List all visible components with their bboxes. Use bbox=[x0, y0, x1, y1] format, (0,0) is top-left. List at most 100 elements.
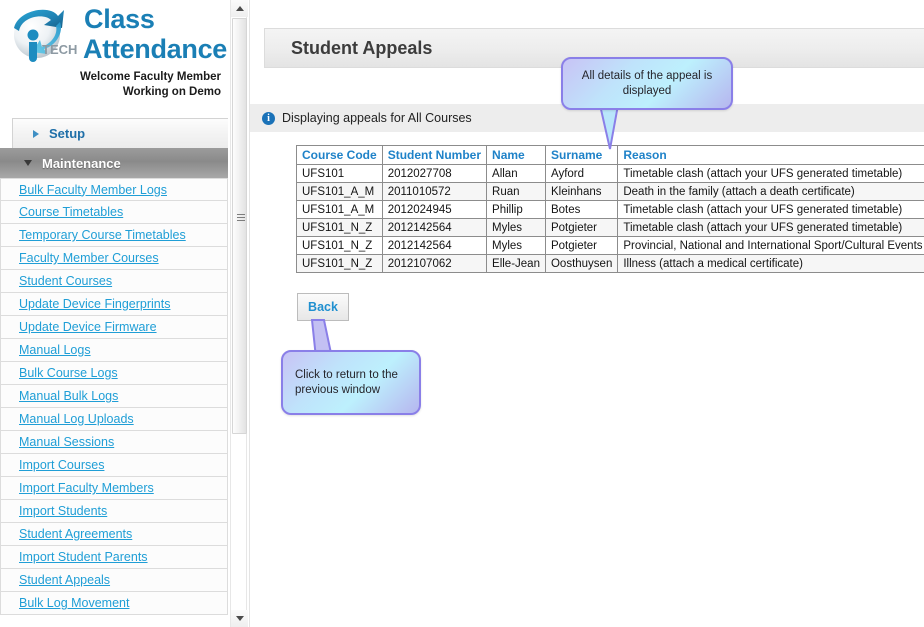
sidebar-item-course-timetables[interactable]: Course Timetables bbox=[0, 201, 228, 224]
sidebar-item-manual-bulk-logs[interactable]: Manual Bulk Logs bbox=[0, 385, 228, 408]
sidebar-item-student-courses[interactable]: Student Courses bbox=[0, 270, 228, 293]
sidebar-link[interactable]: Manual Logs bbox=[19, 343, 91, 357]
sidebar-link[interactable]: Student Courses bbox=[19, 274, 112, 288]
sidebar-item-bulk-faculty-member-logs[interactable]: Bulk Faculty Member Logs bbox=[0, 178, 228, 201]
callout-top-tail-icon bbox=[598, 101, 620, 150]
sidebar-link[interactable]: Course Timetables bbox=[19, 205, 123, 219]
chevron-down-icon bbox=[24, 160, 32, 166]
welcome-block: Welcome Faculty Member Working on Demo bbox=[5, 70, 221, 100]
appeals-table: Course Code Student Number Name Surname … bbox=[296, 145, 924, 273]
welcome-context: Working on Demo bbox=[122, 86, 221, 98]
page-title: Student Appeals bbox=[291, 37, 433, 58]
table-row[interactable]: UFS101_A_M 2011010572 Ruan Kleinhans Dea… bbox=[296, 182, 924, 201]
info-bar-text: Displaying appeals for All Courses bbox=[282, 111, 472, 125]
app-title: Class Attendance bbox=[83, 4, 228, 64]
callout-back-button-hint-text: Click to return to the previous window bbox=[295, 368, 398, 396]
sidebar-link[interactable]: Import Faculty Members bbox=[19, 481, 154, 495]
sidebar-link[interactable]: Manual Log Uploads bbox=[19, 412, 134, 426]
sidebar-link[interactable]: Bulk Log Movement bbox=[19, 596, 129, 610]
back-button[interactable]: Back bbox=[297, 293, 349, 321]
sidebar-item-bulk-log-movement[interactable]: Bulk Log Movement bbox=[0, 592, 228, 615]
sidebar-link[interactable]: Manual Bulk Logs bbox=[19, 389, 118, 403]
cell-course-code: UFS101_N_Z bbox=[296, 236, 383, 255]
callout-appeal-details-text: All details of the appeal is displayed bbox=[581, 69, 713, 97]
cell-surname: Potgieter bbox=[544, 218, 619, 237]
scroll-up-arrow-icon[interactable] bbox=[231, 0, 248, 17]
sidebar-menu: Setup Maintenance Bulk Faculty Member Lo… bbox=[0, 118, 228, 615]
cell-reason: Death in the family (attach a death cert… bbox=[617, 182, 924, 201]
cell-name: Ruan bbox=[486, 182, 546, 201]
sidebar-item-bulk-course-logs[interactable]: Bulk Course Logs bbox=[0, 362, 228, 385]
sidebar-link[interactable]: Update Device Fingerprints bbox=[19, 297, 170, 311]
sidebar-group-setup-label: Setup bbox=[49, 126, 86, 141]
sidebar-item-list: Bulk Faculty Member Logs Course Timetabl… bbox=[0, 178, 228, 615]
sidebar-item-student-agreements[interactable]: Student Agreements bbox=[0, 523, 228, 546]
cell-name: Myles bbox=[486, 218, 546, 237]
sidebar-group-maintenance[interactable]: Maintenance bbox=[0, 148, 228, 178]
scrollbar-thumb[interactable] bbox=[232, 18, 247, 434]
sidebar-link[interactable]: Bulk Course Logs bbox=[19, 366, 118, 380]
cell-student-number: 2012142564 bbox=[381, 236, 488, 255]
cell-course-code: UFS101_A_M bbox=[296, 200, 383, 219]
table-row[interactable]: UFS101 2012027708 Allan Ayford Timetable… bbox=[296, 164, 924, 183]
sidebar-link[interactable]: Student Appeals bbox=[19, 573, 110, 587]
sidebar-item-import-faculty-members[interactable]: Import Faculty Members bbox=[0, 477, 228, 500]
sidebar-group-setup[interactable]: Setup bbox=[12, 118, 228, 148]
scroll-down-arrow-icon[interactable] bbox=[231, 610, 248, 627]
cell-student-number: 2011010572 bbox=[381, 182, 488, 201]
sidebar-item-manual-logs[interactable]: Manual Logs bbox=[0, 339, 228, 362]
table-row[interactable]: UFS101_A_M 2012024945 Phillip Botes Time… bbox=[296, 200, 924, 219]
table-header-course-code: Course Code bbox=[296, 145, 383, 165]
cell-name: Allan bbox=[486, 164, 546, 183]
cell-student-number: 2012142564 bbox=[381, 218, 488, 237]
sidebar-item-temporary-course-timetables[interactable]: Temporary Course Timetables bbox=[0, 224, 228, 247]
sidebar-item-manual-sessions[interactable]: Manual Sessions bbox=[0, 431, 228, 454]
cell-surname: Botes bbox=[544, 200, 619, 219]
cell-reason: Timetable clash (attach your UFS generat… bbox=[617, 164, 924, 183]
cell-surname: Oosthuysen bbox=[544, 254, 619, 273]
itech-globe-logo-icon: TECH bbox=[6, 2, 84, 72]
table-row[interactable]: UFS101_N_Z 2012142564 Myles Potgieter Ti… bbox=[296, 218, 924, 237]
sidebar-link[interactable]: Student Agreements bbox=[19, 527, 132, 541]
app-title-line2: Attendance bbox=[83, 34, 228, 64]
sidebar-link[interactable]: Import Student Parents bbox=[19, 550, 148, 564]
sidebar-link[interactable]: Import Students bbox=[19, 504, 107, 518]
sidebar-item-import-student-parents[interactable]: Import Student Parents bbox=[0, 546, 228, 569]
cell-surname: Potgieter bbox=[544, 236, 619, 255]
sidebar-item-import-students[interactable]: Import Students bbox=[0, 500, 228, 523]
sidebar-item-student-appeals[interactable]: Student Appeals bbox=[0, 569, 228, 592]
callout-appeal-details: All details of the appeal is displayed bbox=[561, 57, 733, 110]
info-circle-icon: i bbox=[262, 111, 275, 125]
sidebar-item-faculty-member-courses[interactable]: Faculty Member Courses bbox=[0, 247, 228, 270]
scrollbar-grip-icon bbox=[237, 214, 245, 221]
cell-course-code: UFS101_A_M bbox=[296, 182, 383, 201]
sidebar-scrollbar[interactable] bbox=[230, 0, 248, 627]
welcome-user: Welcome Faculty Member bbox=[79, 71, 221, 83]
cell-surname: Kleinhans bbox=[544, 182, 619, 201]
cell-name: Elle-Jean bbox=[486, 254, 546, 273]
svg-text:TECH: TECH bbox=[42, 42, 77, 57]
cell-reason: Timetable clash (attach your UFS generat… bbox=[617, 218, 924, 237]
table-row[interactable]: UFS101_N_Z 2012142564 Myles Potgieter Pr… bbox=[296, 236, 924, 255]
sidebar-link[interactable]: Update Device Firmware bbox=[19, 320, 157, 334]
cell-student-number: 2012024945 bbox=[381, 200, 488, 219]
sidebar-item-import-courses[interactable]: Import Courses bbox=[0, 454, 228, 477]
sidebar-link[interactable]: Manual Sessions bbox=[19, 435, 114, 449]
cell-reason: Provincial, National and International S… bbox=[617, 236, 924, 255]
sidebar-link[interactable]: Bulk Faculty Member Logs bbox=[19, 183, 167, 197]
sidebar-link[interactable]: Import Courses bbox=[19, 458, 104, 472]
app-title-line1: Class bbox=[84, 4, 155, 34]
left-sidebar: TECH Class Attendance Welcome Faculty Me… bbox=[0, 0, 228, 627]
table-row[interactable]: UFS101_N_Z 2012107062 Elle-Jean Oosthuys… bbox=[296, 254, 924, 273]
table-header-name: Name bbox=[486, 145, 546, 165]
cell-course-code: UFS101_N_Z bbox=[296, 218, 383, 237]
sidebar-group-maintenance-label: Maintenance bbox=[42, 155, 121, 171]
cell-reason: Timetable clash (attach your UFS generat… bbox=[617, 200, 924, 219]
sidebar-link[interactable]: Temporary Course Timetables bbox=[19, 228, 186, 242]
app-window: TECH Class Attendance Welcome Faculty Me… bbox=[0, 0, 924, 627]
sidebar-link[interactable]: Faculty Member Courses bbox=[19, 251, 159, 265]
sidebar-item-update-device-firmware[interactable]: Update Device Firmware bbox=[0, 316, 228, 339]
callout-back-button-hint: Click to return to the previous window bbox=[281, 350, 421, 415]
sidebar-item-update-device-fingerprints[interactable]: Update Device Fingerprints bbox=[0, 293, 228, 316]
sidebar-item-manual-log-uploads[interactable]: Manual Log Uploads bbox=[0, 408, 228, 431]
